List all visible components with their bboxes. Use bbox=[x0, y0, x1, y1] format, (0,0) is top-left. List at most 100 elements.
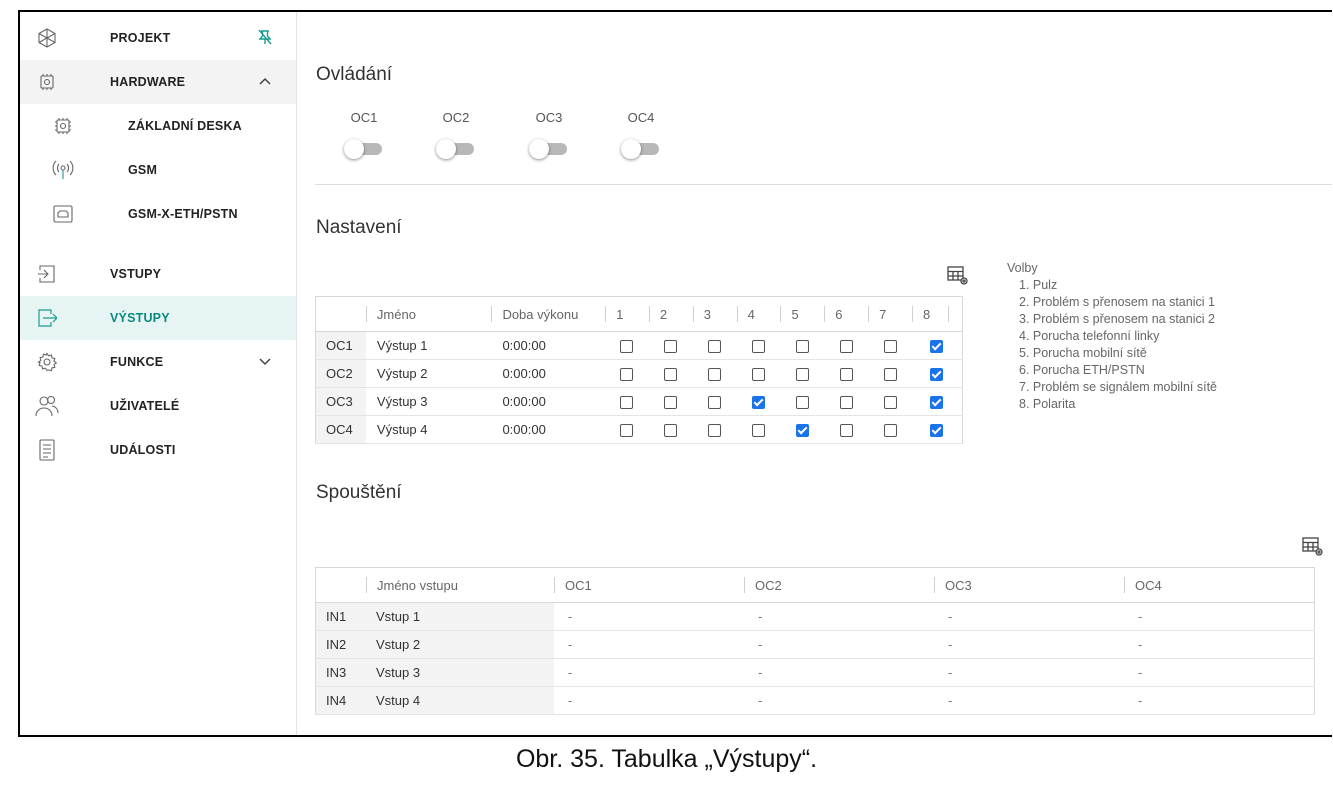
option-checkbox[interactable] bbox=[839, 340, 853, 354]
column-header[interactable]: OC2 bbox=[744, 567, 934, 603]
option-checkbox[interactable] bbox=[620, 424, 634, 438]
sidebar-item-projekt[interactable]: PROJEKT bbox=[20, 16, 296, 60]
table-settings-icon[interactable] bbox=[1302, 537, 1324, 557]
trigger-value[interactable]: - bbox=[744, 686, 934, 715]
trigger-value[interactable]: - bbox=[554, 658, 744, 687]
column-header[interactable]: 6 bbox=[824, 296, 869, 332]
input-name: Vstup 1 bbox=[366, 602, 554, 631]
option-checkbox[interactable] bbox=[839, 424, 853, 438]
sidebar-item-hardware[interactable]: HARDWARE bbox=[20, 60, 296, 104]
toggle-oc1[interactable]: OC1 bbox=[334, 110, 394, 159]
option-checkbox[interactable] bbox=[930, 424, 944, 438]
option-checkbox[interactable] bbox=[883, 424, 897, 438]
input-name: Vstup 4 bbox=[366, 686, 554, 715]
toggle-switch[interactable] bbox=[529, 139, 569, 159]
toggle-oc2[interactable]: OC2 bbox=[426, 110, 486, 159]
output-name[interactable]: Výstup 3 bbox=[365, 387, 492, 416]
sidebar-item-gsm[interactable]: GSM bbox=[20, 148, 296, 192]
toggle-switch[interactable] bbox=[344, 139, 384, 159]
column-header[interactable]: 4 bbox=[736, 296, 781, 332]
option-checkbox[interactable] bbox=[664, 340, 678, 354]
option-checkbox[interactable] bbox=[708, 368, 722, 382]
column-header[interactable]: 7 bbox=[868, 296, 912, 332]
option-checkbox[interactable] bbox=[752, 396, 766, 410]
trigger-value[interactable]: - bbox=[1124, 658, 1315, 687]
trigger-value[interactable]: - bbox=[934, 686, 1124, 715]
trigger-value[interactable]: - bbox=[554, 686, 744, 715]
option-checkbox[interactable] bbox=[752, 424, 766, 438]
duration-value[interactable]: 0:00:00 bbox=[491, 359, 606, 388]
trigger-value[interactable]: - bbox=[934, 630, 1124, 659]
chevron-down-icon[interactable] bbox=[256, 352, 274, 370]
toggle-oc4[interactable]: OC4 bbox=[611, 110, 671, 159]
duration-value[interactable]: 0:00:00 bbox=[491, 331, 606, 360]
option-checkbox[interactable] bbox=[664, 396, 678, 410]
option-checkbox[interactable] bbox=[795, 396, 809, 410]
toggle-label: OC4 bbox=[627, 110, 655, 125]
toggle-oc3[interactable]: OC3 bbox=[519, 110, 579, 159]
column-header[interactable]: 1 bbox=[605, 296, 649, 332]
trigger-value[interactable]: - bbox=[1124, 630, 1315, 659]
column-header[interactable]: 8 bbox=[911, 296, 963, 332]
table-settings-icon[interactable] bbox=[947, 266, 969, 286]
output-name[interactable]: Výstup 2 bbox=[365, 359, 492, 388]
option-cell bbox=[780, 415, 825, 444]
column-header[interactable]: OC1 bbox=[554, 567, 744, 603]
duration-value[interactable]: 0:00:00 bbox=[491, 415, 606, 444]
trigger-value[interactable]: - bbox=[934, 658, 1124, 687]
trigger-value[interactable]: - bbox=[934, 602, 1124, 631]
option-checkbox[interactable] bbox=[930, 340, 944, 354]
option-checkbox[interactable] bbox=[930, 368, 944, 382]
output-name[interactable]: Výstup 4 bbox=[365, 415, 492, 444]
option-checkbox[interactable] bbox=[839, 368, 853, 382]
column-header[interactable]: 5 bbox=[780, 296, 825, 332]
column-header[interactable]: 2 bbox=[648, 296, 693, 332]
option-checkbox[interactable] bbox=[883, 340, 897, 354]
chevron-up-icon[interactable] bbox=[256, 72, 274, 90]
trigger-value[interactable]: - bbox=[744, 602, 934, 631]
column-header[interactable]: 3 bbox=[692, 296, 737, 332]
sidebar-item-gsm-x-eth-pstn[interactable]: GSM-X-ETH/PSTN bbox=[20, 192, 296, 236]
column-header[interactable]: OC4 bbox=[1124, 567, 1315, 603]
trigger-value[interactable]: - bbox=[554, 630, 744, 659]
option-checkbox[interactable] bbox=[708, 396, 722, 410]
option-checkbox[interactable] bbox=[752, 368, 766, 382]
option-checkbox[interactable] bbox=[795, 340, 809, 354]
toggle-switch[interactable] bbox=[436, 139, 476, 159]
option-checkbox[interactable] bbox=[620, 368, 634, 382]
duration-value[interactable]: 0:00:00 bbox=[491, 387, 606, 416]
column-header[interactable]: Jméno bbox=[365, 296, 492, 332]
option-checkbox[interactable] bbox=[664, 368, 678, 382]
option-checkbox[interactable] bbox=[620, 396, 634, 410]
option-checkbox[interactable] bbox=[839, 396, 853, 410]
trigger-value[interactable]: - bbox=[1124, 686, 1315, 715]
option-checkbox[interactable] bbox=[930, 396, 944, 410]
option-checkbox[interactable] bbox=[708, 340, 722, 354]
option-checkbox[interactable] bbox=[795, 368, 809, 382]
option-checkbox[interactable] bbox=[620, 340, 634, 354]
output-name[interactable]: Výstup 1 bbox=[365, 331, 492, 360]
option-checkbox[interactable] bbox=[883, 396, 897, 410]
table-row: IN4 Vstup 4---- bbox=[315, 686, 1315, 715]
column-header[interactable]: OC3 bbox=[934, 567, 1124, 603]
sidebar-item-udalosti[interactable]: UDÁLOSTI bbox=[20, 428, 296, 472]
column-header[interactable]: Jméno vstupu bbox=[366, 567, 554, 603]
column-header[interactable]: Doba výkonu bbox=[491, 296, 606, 332]
sidebar-item-uzivatele[interactable]: UŽIVATELÉ bbox=[20, 384, 296, 428]
option-checkbox[interactable] bbox=[795, 424, 809, 438]
sidebar-item-funkce[interactable]: FUNKCE bbox=[20, 340, 296, 384]
trigger-value[interactable]: - bbox=[1124, 602, 1315, 631]
sidebar-item-vystupy[interactable]: VÝSTUPY bbox=[20, 296, 296, 340]
sidebar-item-vstupy[interactable]: VSTUPY bbox=[20, 252, 296, 296]
option-checkbox[interactable] bbox=[708, 424, 722, 438]
option-checkbox[interactable] bbox=[883, 368, 897, 382]
trigger-value[interactable]: - bbox=[744, 630, 934, 659]
trigger-value[interactable]: - bbox=[554, 602, 744, 631]
trigger-value[interactable]: - bbox=[744, 658, 934, 687]
sidebar-item-zakladni-deska[interactable]: ZÁKLADNÍ DESKA bbox=[20, 104, 296, 148]
pin-icon[interactable] bbox=[256, 28, 274, 46]
option-checkbox[interactable] bbox=[664, 424, 678, 438]
option-checkbox[interactable] bbox=[752, 340, 766, 354]
toggle-switch[interactable] bbox=[621, 139, 661, 159]
option-cell bbox=[692, 359, 737, 388]
